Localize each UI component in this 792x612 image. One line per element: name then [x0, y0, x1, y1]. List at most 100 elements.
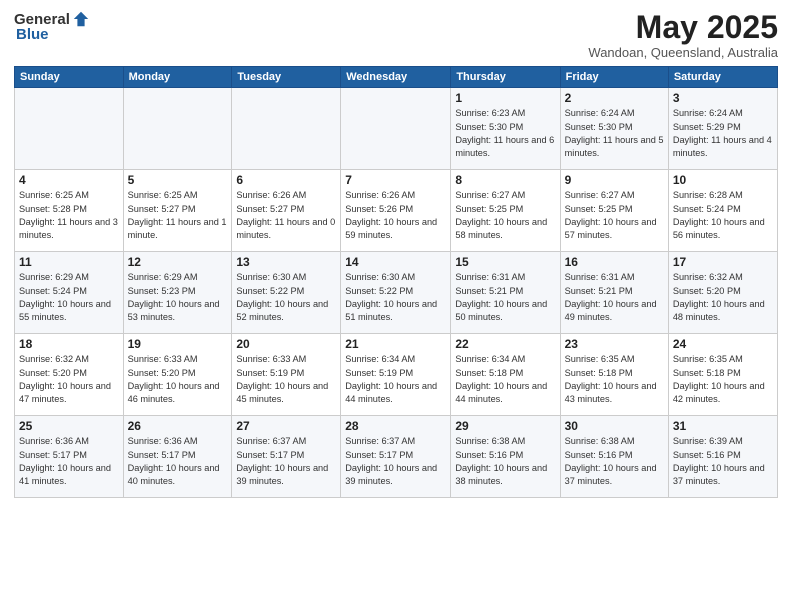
day-info: Sunrise: 6:25 AM Sunset: 5:28 PM Dayligh…	[19, 189, 119, 242]
week-row-1: 1Sunrise: 6:23 AM Sunset: 5:30 PM Daylig…	[15, 88, 778, 170]
day-info: Sunrise: 6:37 AM Sunset: 5:17 PM Dayligh…	[236, 435, 336, 488]
calendar-cell: 20Sunrise: 6:33 AM Sunset: 5:19 PM Dayli…	[232, 334, 341, 416]
calendar-table: SundayMondayTuesdayWednesdayThursdayFrid…	[14, 66, 778, 498]
day-number: 15	[455, 255, 555, 269]
day-info: Sunrise: 6:30 AM Sunset: 5:22 PM Dayligh…	[345, 271, 446, 324]
day-info: Sunrise: 6:26 AM Sunset: 5:26 PM Dayligh…	[345, 189, 446, 242]
calendar-cell: 6 Sunrise: 6:26 AM Sunset: 5:27 PM Daylig…	[232, 170, 341, 252]
calendar-cell: 29 Sunrise: 6:38 AM Sunset: 5:16 PM Dayli…	[451, 416, 560, 498]
calendar-cell: 12Sunrise: 6:29 AM Sunset: 5:23 PM Dayli…	[123, 252, 232, 334]
calendar-cell: 24 Sunrise: 6:35 AM Sunset: 5:18 PM Dayli…	[668, 334, 777, 416]
day-number: 30	[565, 419, 664, 433]
day-number: 19	[128, 337, 228, 351]
calendar-cell: 10 Sunrise: 6:28 AM Sunset: 5:24 PM Dayli…	[668, 170, 777, 252]
week-row-5: 25 Sunrise: 6:36 AM Sunset: 5:17 PM Dayli…	[15, 416, 778, 498]
day-info: Sunrise: 6:24 AM Sunset: 5:30 PM Dayligh…	[565, 107, 664, 160]
calendar-cell: 30 Sunrise: 6:38 AM Sunset: 5:16 PM Dayli…	[560, 416, 668, 498]
calendar-cell: 16Sunrise: 6:31 AM Sunset: 5:21 PM Dayli…	[560, 252, 668, 334]
day-info: Sunrise: 6:28 AM Sunset: 5:24 PM Dayligh…	[673, 189, 773, 242]
day-info: Sunrise: 6:32 AM Sunset: 5:20 PM Dayligh…	[673, 271, 773, 324]
calendar-cell: 27 Sunrise: 6:37 AM Sunset: 5:17 PM Dayli…	[232, 416, 341, 498]
day-number: 24	[673, 337, 773, 351]
day-number: 22	[455, 337, 555, 351]
logo-general: General	[14, 11, 70, 28]
header: General Blue May 2025 Wandoan, Queenslan…	[14, 10, 778, 60]
logo: General Blue	[14, 10, 90, 43]
day-number: 16	[565, 255, 664, 269]
weekday-header-friday: Friday	[560, 67, 668, 88]
day-info: Sunrise: 6:38 AM Sunset: 5:16 PM Dayligh…	[565, 435, 664, 488]
calendar-cell: 8Sunrise: 6:27 AM Sunset: 5:25 PM Daylig…	[451, 170, 560, 252]
calendar-cell: 22Sunrise: 6:34 AM Sunset: 5:18 PM Dayli…	[451, 334, 560, 416]
calendar-cell: 28 Sunrise: 6:37 AM Sunset: 5:17 PM Dayli…	[341, 416, 451, 498]
day-number: 27	[236, 419, 336, 433]
calendar-cell: 13 Sunrise: 6:30 AM Sunset: 5:22 PM Dayli…	[232, 252, 341, 334]
location: Wandoan, Queensland, Australia	[588, 45, 778, 60]
title-block: May 2025 Wandoan, Queensland, Australia	[588, 10, 778, 60]
day-number: 2	[565, 91, 664, 105]
calendar-cell: 9 Sunrise: 6:27 AM Sunset: 5:25 PM Daylig…	[560, 170, 668, 252]
calendar-cell: 2 Sunrise: 6:24 AM Sunset: 5:30 PM Daylig…	[560, 88, 668, 170]
calendar-cell: 4 Sunrise: 6:25 AM Sunset: 5:28 PM Daylig…	[15, 170, 124, 252]
calendar-cell	[341, 88, 451, 170]
weekday-header-row: SundayMondayTuesdayWednesdayThursdayFrid…	[15, 67, 778, 88]
day-info: Sunrise: 6:38 AM Sunset: 5:16 PM Dayligh…	[455, 435, 555, 488]
day-info: Sunrise: 6:33 AM Sunset: 5:20 PM Dayligh…	[128, 353, 228, 406]
day-number: 29	[455, 419, 555, 433]
day-info: Sunrise: 6:34 AM Sunset: 5:19 PM Dayligh…	[345, 353, 446, 406]
day-number: 4	[19, 173, 119, 187]
calendar-cell: 25Sunrise: 6:36 AM Sunset: 5:17 PM Dayli…	[15, 416, 124, 498]
day-number: 7	[345, 173, 446, 187]
day-info: Sunrise: 6:23 AM Sunset: 5:30 PM Dayligh…	[455, 107, 555, 160]
day-info: Sunrise: 6:26 AM Sunset: 5:27 PM Dayligh…	[236, 189, 336, 242]
day-info: Sunrise: 6:24 AM Sunset: 5:29 PM Dayligh…	[673, 107, 773, 160]
calendar-cell: 18Sunrise: 6:32 AM Sunset: 5:20 PM Dayli…	[15, 334, 124, 416]
logo-blue: Blue	[16, 26, 49, 43]
calendar-cell: 17 Sunrise: 6:32 AM Sunset: 5:20 PM Dayli…	[668, 252, 777, 334]
calendar-cell	[15, 88, 124, 170]
calendar-cell: 3 Sunrise: 6:24 AM Sunset: 5:29 PM Daylig…	[668, 88, 777, 170]
day-number: 31	[673, 419, 773, 433]
page: General Blue May 2025 Wandoan, Queenslan…	[0, 0, 792, 612]
calendar-cell: 7 Sunrise: 6:26 AM Sunset: 5:26 PM Daylig…	[341, 170, 451, 252]
week-row-2: 4 Sunrise: 6:25 AM Sunset: 5:28 PM Daylig…	[15, 170, 778, 252]
calendar-cell	[123, 88, 232, 170]
calendar-cell: 21 Sunrise: 6:34 AM Sunset: 5:19 PM Dayli…	[341, 334, 451, 416]
day-info: Sunrise: 6:35 AM Sunset: 5:18 PM Dayligh…	[565, 353, 664, 406]
weekday-header-monday: Monday	[123, 67, 232, 88]
day-info: Sunrise: 6:30 AM Sunset: 5:22 PM Dayligh…	[236, 271, 336, 324]
day-info: Sunrise: 6:27 AM Sunset: 5:25 PM Dayligh…	[565, 189, 664, 242]
day-info: Sunrise: 6:31 AM Sunset: 5:21 PM Dayligh…	[455, 271, 555, 324]
logo-icon	[72, 10, 90, 28]
calendar-cell: 26Sunrise: 6:36 AM Sunset: 5:17 PM Dayli…	[123, 416, 232, 498]
weekday-header-thursday: Thursday	[451, 67, 560, 88]
day-number: 13	[236, 255, 336, 269]
day-info: Sunrise: 6:39 AM Sunset: 5:16 PM Dayligh…	[673, 435, 773, 488]
week-row-3: 11Sunrise: 6:29 AM Sunset: 5:24 PM Dayli…	[15, 252, 778, 334]
day-info: Sunrise: 6:33 AM Sunset: 5:19 PM Dayligh…	[236, 353, 336, 406]
calendar-cell: 19 Sunrise: 6:33 AM Sunset: 5:20 PM Dayli…	[123, 334, 232, 416]
day-number: 25	[19, 419, 119, 433]
day-number: 17	[673, 255, 773, 269]
day-info: Sunrise: 6:29 AM Sunset: 5:24 PM Dayligh…	[19, 271, 119, 324]
month-title: May 2025	[588, 10, 778, 45]
day-number: 5	[128, 173, 228, 187]
day-number: 12	[128, 255, 228, 269]
day-number: 3	[673, 91, 773, 105]
weekday-header-tuesday: Tuesday	[232, 67, 341, 88]
day-number: 10	[673, 173, 773, 187]
calendar-cell: 11Sunrise: 6:29 AM Sunset: 5:24 PM Dayli…	[15, 252, 124, 334]
day-number: 28	[345, 419, 446, 433]
day-number: 23	[565, 337, 664, 351]
calendar-cell: 31 Sunrise: 6:39 AM Sunset: 5:16 PM Dayli…	[668, 416, 777, 498]
day-number: 6	[236, 173, 336, 187]
day-info: Sunrise: 6:37 AM Sunset: 5:17 PM Dayligh…	[345, 435, 446, 488]
day-info: Sunrise: 6:35 AM Sunset: 5:18 PM Dayligh…	[673, 353, 773, 406]
day-info: Sunrise: 6:36 AM Sunset: 5:17 PM Dayligh…	[128, 435, 228, 488]
day-number: 18	[19, 337, 119, 351]
calendar-cell	[232, 88, 341, 170]
day-number: 9	[565, 173, 664, 187]
day-number: 21	[345, 337, 446, 351]
calendar-cell: 23 Sunrise: 6:35 AM Sunset: 5:18 PM Dayli…	[560, 334, 668, 416]
calendar-cell: 14Sunrise: 6:30 AM Sunset: 5:22 PM Dayli…	[341, 252, 451, 334]
